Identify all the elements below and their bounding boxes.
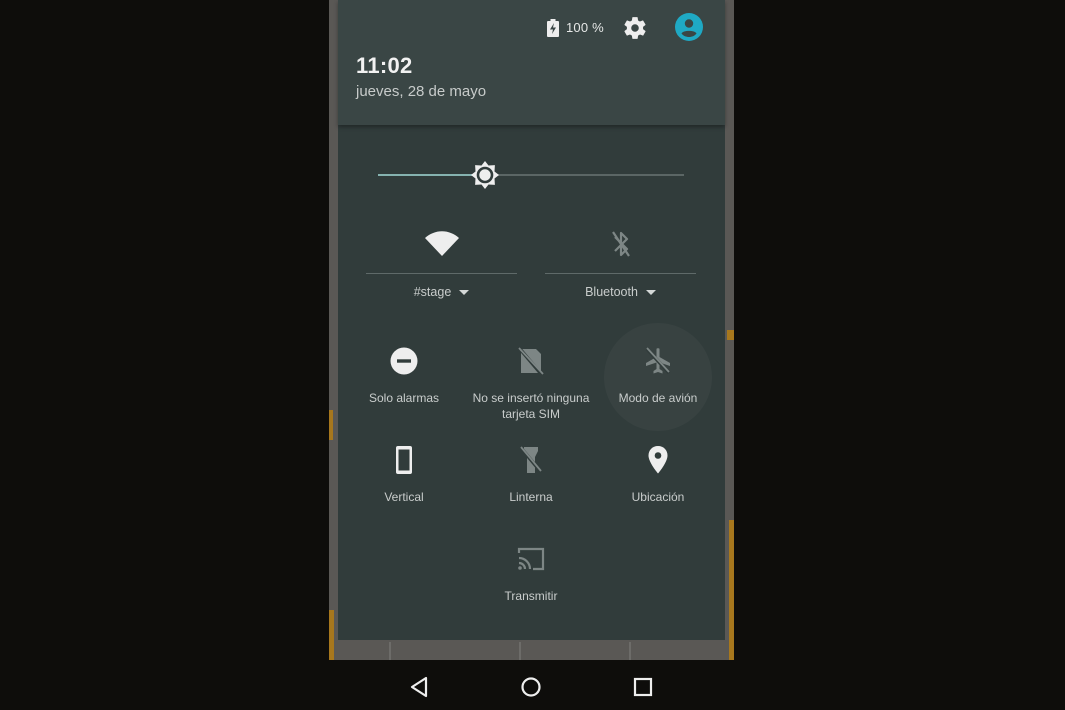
tile-label: Transmitir <box>504 589 558 603</box>
map-road <box>329 410 333 440</box>
navigation-bar <box>329 660 734 710</box>
tile-label: Linterna <box>509 490 553 504</box>
recents-square-icon[interactable] <box>631 675 655 699</box>
battery-percentage: 100 % <box>566 20 604 35</box>
bluetooth-disabled-icon <box>611 231 630 257</box>
airplane-tile[interactable]: Modo de avión <box>595 346 721 441</box>
sim-tile[interactable]: No se insertó ninguna tarjeta SIM <box>468 346 594 441</box>
cast-icon <box>517 547 545 571</box>
bluetooth-dropdown[interactable]: Bluetooth <box>545 285 696 299</box>
tile-divider <box>366 273 517 274</box>
map-street <box>519 642 521 660</box>
brightness-slider[interactable] <box>378 161 684 189</box>
wifi-dropdown[interactable]: #stage <box>366 285 517 299</box>
tile-label: Vertical <box>384 490 424 504</box>
flashlight-off-icon <box>519 446 543 474</box>
map-street <box>389 642 391 660</box>
tile-label: No se insertó ninguna tarjeta SIM <box>472 391 590 421</box>
chevron-down-icon <box>459 289 470 295</box>
tile-label: Solo alarmas <box>368 391 440 405</box>
cast-tile[interactable]: Transmitir <box>468 544 594 639</box>
map-road <box>727 330 734 340</box>
quick-settings-panel: #stage Bluetooth Solo alarmas No se inse… <box>338 125 725 640</box>
gear-icon[interactable] <box>622 15 648 41</box>
wifi-icon <box>424 231 459 256</box>
brightness-icon[interactable] <box>470 160 500 190</box>
notification-header: 100 % 11:02 jueves, 28 de mayo <box>338 0 725 125</box>
clock-time: 11:02 <box>356 53 413 78</box>
location-pin-icon <box>648 446 668 474</box>
wifi-tile[interactable]: #stage <box>366 220 517 310</box>
chevron-down-icon <box>645 289 656 295</box>
back-triangle-icon[interactable] <box>407 675 431 699</box>
tile-label: Ubicación <box>631 490 685 504</box>
no-sim-icon <box>518 347 544 376</box>
tile-label: Modo de avión <box>618 391 698 405</box>
portrait-phone-icon <box>396 446 412 474</box>
tile-divider <box>545 273 696 274</box>
map-street <box>629 642 631 660</box>
brightness-slider-fill <box>378 174 486 176</box>
date-label: jueves, 28 de mayo <box>356 83 487 100</box>
map-road <box>729 520 734 660</box>
wifi-network-label: #stage <box>413 285 452 299</box>
battery-charging-icon <box>547 19 559 37</box>
dnd-tile[interactable]: Solo alarmas <box>341 346 467 441</box>
rotation-tile[interactable]: Vertical <box>341 445 467 540</box>
account-circle-icon[interactable] <box>675 13 703 41</box>
bluetooth-tile[interactable]: Bluetooth <box>545 220 696 310</box>
bluetooth-label: Bluetooth <box>585 285 638 299</box>
do-not-disturb-icon <box>390 347 418 375</box>
phone-screen: 100 % 11:02 jueves, 28 de mayo #stage Bl… <box>329 0 734 710</box>
home-circle-icon[interactable] <box>519 675 543 699</box>
flashlight-tile[interactable]: Linterna <box>468 445 594 540</box>
airplane-off-icon <box>645 347 671 375</box>
location-tile[interactable]: Ubicación <box>595 445 721 540</box>
map-road <box>329 610 334 660</box>
